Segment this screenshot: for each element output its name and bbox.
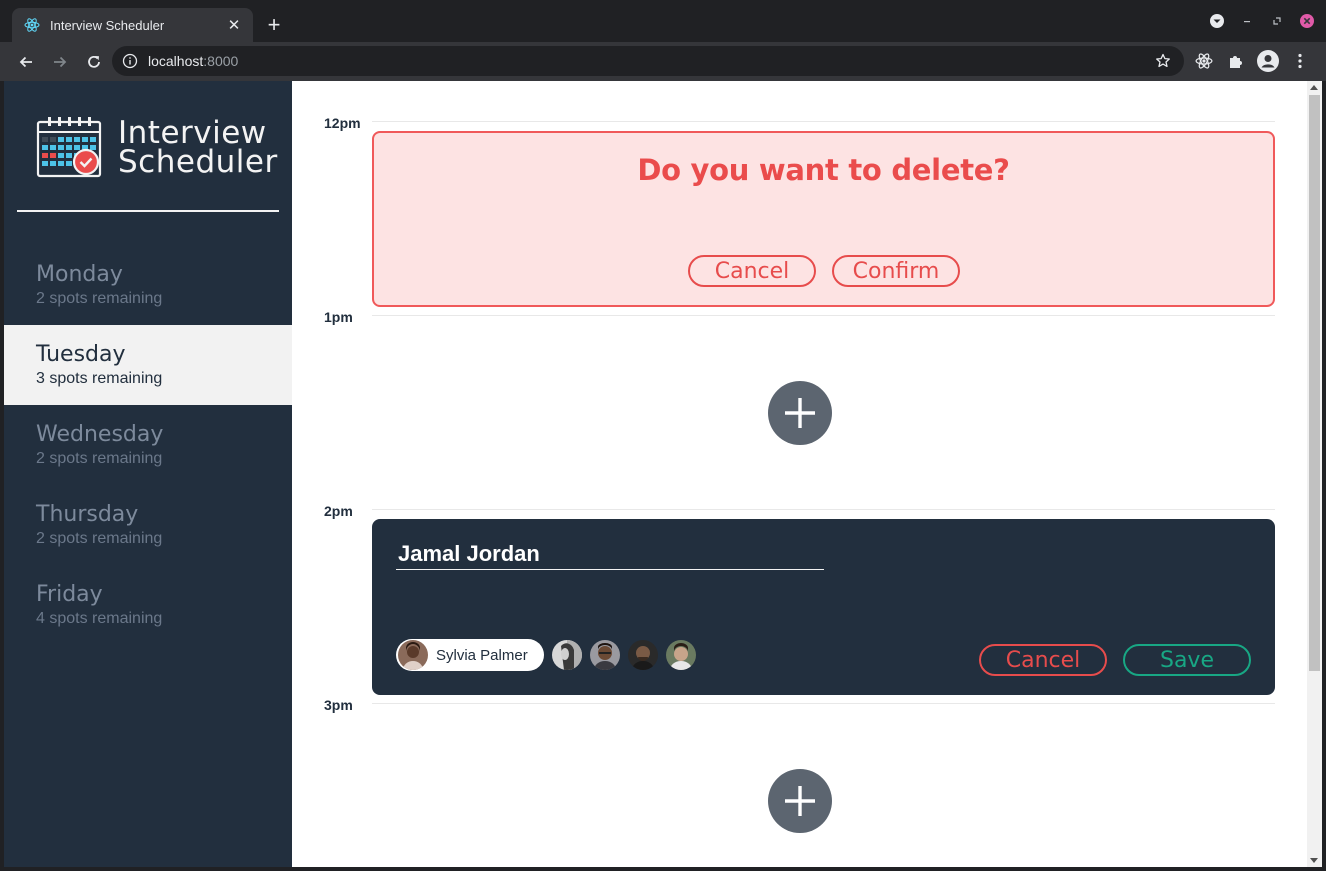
day-spots: 2 spots remaining: [36, 450, 163, 467]
bookmark-star-icon[interactable]: [1154, 52, 1172, 70]
address-bar[interactable]: localhost:8000: [112, 46, 1184, 76]
url-text: localhost:8000: [148, 53, 238, 69]
day-item-thursday[interactable]: Thursday 2 spots remaining: [4, 485, 292, 565]
brand-line-2: Scheduler: [118, 144, 278, 180]
extension-icons: [1192, 48, 1312, 74]
scroll-up-arrow-icon[interactable]: [1310, 85, 1318, 90]
day-spots: 2 spots remaining: [36, 290, 163, 307]
interviewer-avatar[interactable]: [627, 640, 658, 670]
calendar-logo-icon: [36, 116, 104, 180]
plus-icon: [785, 786, 815, 816]
delete-confirm-card: Do you want to delete? Cancel Confirm: [372, 131, 1275, 307]
interviewer-list: Sylvia Palmer: [396, 639, 696, 671]
back-arrow-icon[interactable]: [10, 46, 42, 78]
appointment-form: Jamal Jordan Sylvia Palmer Cancel Save: [372, 519, 1275, 695]
add-appointment-button[interactable]: [768, 769, 832, 833]
day-item-friday[interactable]: Friday 4 spots remaining: [4, 565, 292, 645]
info-icon[interactable]: [122, 53, 138, 69]
slot-divider: [372, 509, 1275, 510]
minimize-icon[interactable]: [1238, 12, 1256, 30]
brand-title: Interview Scheduler: [118, 118, 278, 180]
react-devtools-icon[interactable]: [1192, 48, 1216, 74]
student-name-input[interactable]: Jamal Jordan: [396, 539, 824, 570]
scroll-down-arrow-icon[interactable]: [1310, 858, 1318, 863]
plus-icon: [785, 398, 815, 428]
tab-strip: Interview Scheduler ✕ +: [0, 0, 1326, 42]
react-icon: [24, 17, 40, 33]
day-item-tuesday[interactable]: Tuesday 3 spots remaining: [4, 325, 292, 405]
reload-icon[interactable]: [78, 46, 110, 78]
interviewer-avatar[interactable]: [551, 640, 582, 670]
window-controls: [1208, 12, 1316, 30]
restore-icon[interactable]: [1268, 12, 1286, 30]
save-button[interactable]: Save: [1123, 644, 1251, 676]
slot-divider: [372, 315, 1275, 316]
close-window-icon[interactable]: [1298, 12, 1316, 30]
forward-arrow-icon[interactable]: [44, 46, 76, 78]
profile-menu-icon[interactable]: [1208, 12, 1226, 30]
schedule: 12pm Do you want to delete? Cancel Confi…: [292, 81, 1307, 867]
extensions-puzzle-icon[interactable]: [1224, 48, 1248, 74]
slot-time-3pm: 3pm: [324, 697, 353, 713]
day-name: Thursday: [36, 502, 139, 527]
interviewer-name: Sylvia Palmer: [436, 646, 528, 664]
add-appointment-button[interactable]: [768, 381, 832, 445]
tab-close-icon[interactable]: ✕: [225, 16, 243, 34]
url-host: localhost: [148, 53, 204, 69]
browser-chrome: Interview Scheduler ✕ + localhost:8000: [0, 0, 1326, 81]
brand: Interview Scheduler: [36, 115, 278, 181]
day-item-wednesday[interactable]: Wednesday 2 spots remaining: [4, 405, 292, 485]
day-name: Monday: [36, 262, 123, 287]
day-list: Monday 2 spots remaining Tuesday 3 spots…: [4, 245, 292, 645]
day-spots: 2 spots remaining: [36, 530, 163, 547]
slot-divider: [372, 703, 1275, 704]
tab-title: Interview Scheduler: [50, 17, 165, 33]
interviewer-avatar[interactable]: [665, 640, 696, 670]
sidebar-divider: [17, 210, 279, 212]
interviewer-avatar: [398, 640, 428, 670]
slot-time-1pm: 1pm: [324, 309, 353, 325]
more-vertical-icon[interactable]: [1288, 48, 1312, 74]
url-port: :8000: [203, 53, 239, 69]
confirm-message: Do you want to delete?: [637, 153, 1010, 187]
slot-divider: [372, 121, 1275, 122]
page-scrollbar[interactable]: [1307, 81, 1322, 867]
interviewer-item-selected[interactable]: Sylvia Palmer: [396, 639, 544, 671]
confirm-cancel-button[interactable]: Cancel: [688, 255, 816, 287]
profile-avatar-icon[interactable]: [1256, 48, 1280, 74]
browser-tab[interactable]: Interview Scheduler ✕: [12, 8, 253, 42]
day-item-monday[interactable]: Monday 2 spots remaining: [4, 245, 292, 325]
slot-time-2pm: 2pm: [324, 503, 353, 519]
day-spots: 3 spots remaining: [36, 370, 163, 387]
new-tab-button[interactable]: +: [262, 14, 286, 38]
day-spots: 4 spots remaining: [36, 610, 163, 627]
browser-toolbar: localhost:8000: [0, 42, 1326, 81]
page-viewport: Interview Scheduler Monday 2 spots remai…: [4, 81, 1322, 867]
day-name: Tuesday: [36, 342, 126, 367]
sidebar: Interview Scheduler Monday 2 spots remai…: [4, 81, 292, 867]
slot-time-12pm: 12pm: [324, 115, 361, 131]
day-name: Friday: [36, 582, 103, 607]
confirm-delete-button[interactable]: Confirm: [832, 255, 960, 287]
form-cancel-button[interactable]: Cancel: [979, 644, 1107, 676]
scroll-thumb[interactable]: [1309, 95, 1320, 671]
day-name: Wednesday: [36, 422, 164, 447]
interviewer-avatar[interactable]: [589, 640, 620, 670]
